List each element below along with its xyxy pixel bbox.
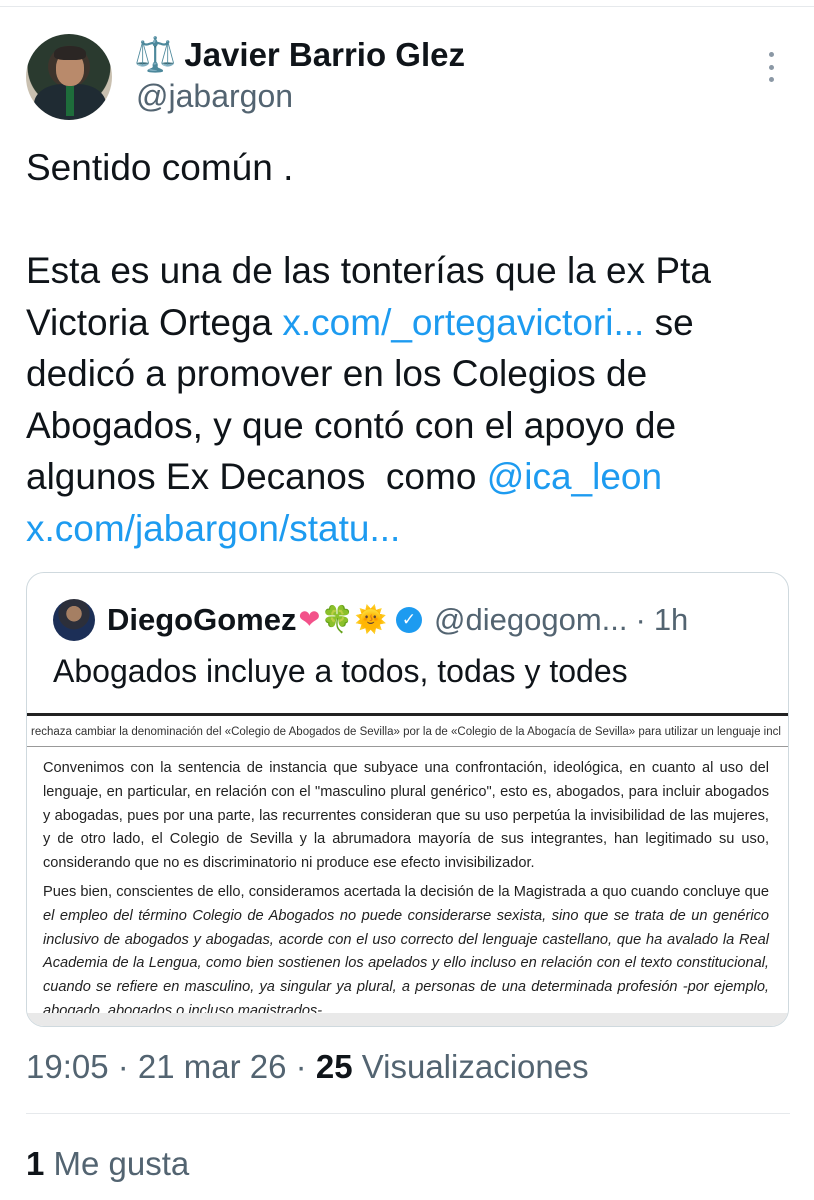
author-avatar[interactable] bbox=[26, 34, 112, 120]
top-divider bbox=[0, 6, 814, 7]
views-label: Visualizaciones bbox=[352, 1048, 589, 1085]
dot-icon bbox=[768, 64, 774, 70]
doc-paragraph-2-intro: Pues bien, conscientes de ello, consider… bbox=[43, 884, 769, 900]
author-display-name[interactable]: Javier Barrio Glez bbox=[184, 36, 465, 74]
quote-document-image[interactable]: rechaza cambiar la denominación del «Col… bbox=[27, 713, 788, 1026]
likes-count: 1 bbox=[26, 1145, 45, 1182]
tweet-date[interactable]: 21 mar 26 bbox=[138, 1048, 287, 1085]
doc-paragraph-1: Convenimos con la sentencia de instancia… bbox=[43, 760, 769, 872]
scales-icon: ⚖️ bbox=[134, 35, 177, 75]
likes-label: Me gusta bbox=[44, 1145, 190, 1182]
dot-icon bbox=[768, 77, 774, 82]
tweet-text: Sentido común . Esta es una de las tonte… bbox=[26, 142, 796, 554]
tweet-meta: 19:05 · 21 mar 26 · 25 Visualizaciones bbox=[26, 1048, 589, 1086]
tweet-line-1: Sentido común . bbox=[26, 147, 294, 188]
doc-paragraph-2-italic: el empleo del término Colegio de Abogado… bbox=[43, 907, 769, 1019]
tweet-link-ortega[interactable]: x.com/_ortegavictori... bbox=[282, 302, 644, 343]
meta-divider bbox=[26, 1113, 790, 1114]
more-options-icon[interactable] bbox=[762, 52, 780, 82]
quote-text: Abogados incluye a todos, todas y todes bbox=[53, 653, 628, 689]
tweet-time[interactable]: 19:05 bbox=[26, 1048, 109, 1085]
quoted-tweet-card[interactable]: DiegoGomez ❤🍀🌞 ✓ @diegogom... · 1h Aboga… bbox=[26, 572, 789, 1027]
doc-bottom-strip bbox=[27, 1013, 788, 1026]
views-count: 25 bbox=[315, 1048, 353, 1085]
tweet-link-status[interactable]: x.com/jabargon/statu... bbox=[26, 508, 400, 549]
quote-separator: · bbox=[635, 602, 646, 637]
quote-handle[interactable]: @diegogom... bbox=[434, 602, 627, 638]
clover-icon: 🍀 bbox=[321, 605, 355, 635]
author-name-row[interactable]: ⚖️ Javier Barrio Glez bbox=[134, 36, 465, 74]
avatar-tie bbox=[66, 86, 74, 116]
sun-icon: 🌞 bbox=[354, 605, 389, 635]
author-handle[interactable]: @jabargon bbox=[136, 78, 293, 115]
meta-separator: · bbox=[286, 1048, 316, 1085]
dot-icon bbox=[768, 52, 774, 57]
doc-header-text: rechaza cambiar la denominación del «Col… bbox=[31, 726, 781, 738]
quote-avatar[interactable] bbox=[53, 599, 95, 641]
quote-display-name[interactable]: DiegoGomez bbox=[107, 602, 296, 638]
quote-name-emojis: ❤🍀🌞 bbox=[298, 605, 388, 635]
heart-icon: ❤ bbox=[298, 605, 322, 635]
doc-top-rule bbox=[27, 713, 788, 716]
verified-badge-icon: ✓ bbox=[396, 607, 423, 633]
quote-header: DiegoGomez ❤🍀🌞 ✓ @diegogom... · 1h bbox=[53, 599, 688, 641]
likes-row[interactable]: 1 Me gusta bbox=[26, 1145, 189, 1183]
quote-timestamp[interactable]: 1h bbox=[654, 602, 688, 638]
doc-header-rule bbox=[27, 746, 788, 747]
tweet-mention-ica-leon[interactable]: @ica_leon bbox=[487, 456, 662, 497]
doc-paragraph-2: Pues bien, conscientes de ello, consider… bbox=[43, 881, 769, 1024]
meta-separator: · bbox=[108, 1048, 138, 1085]
avatar-hair bbox=[54, 46, 86, 60]
